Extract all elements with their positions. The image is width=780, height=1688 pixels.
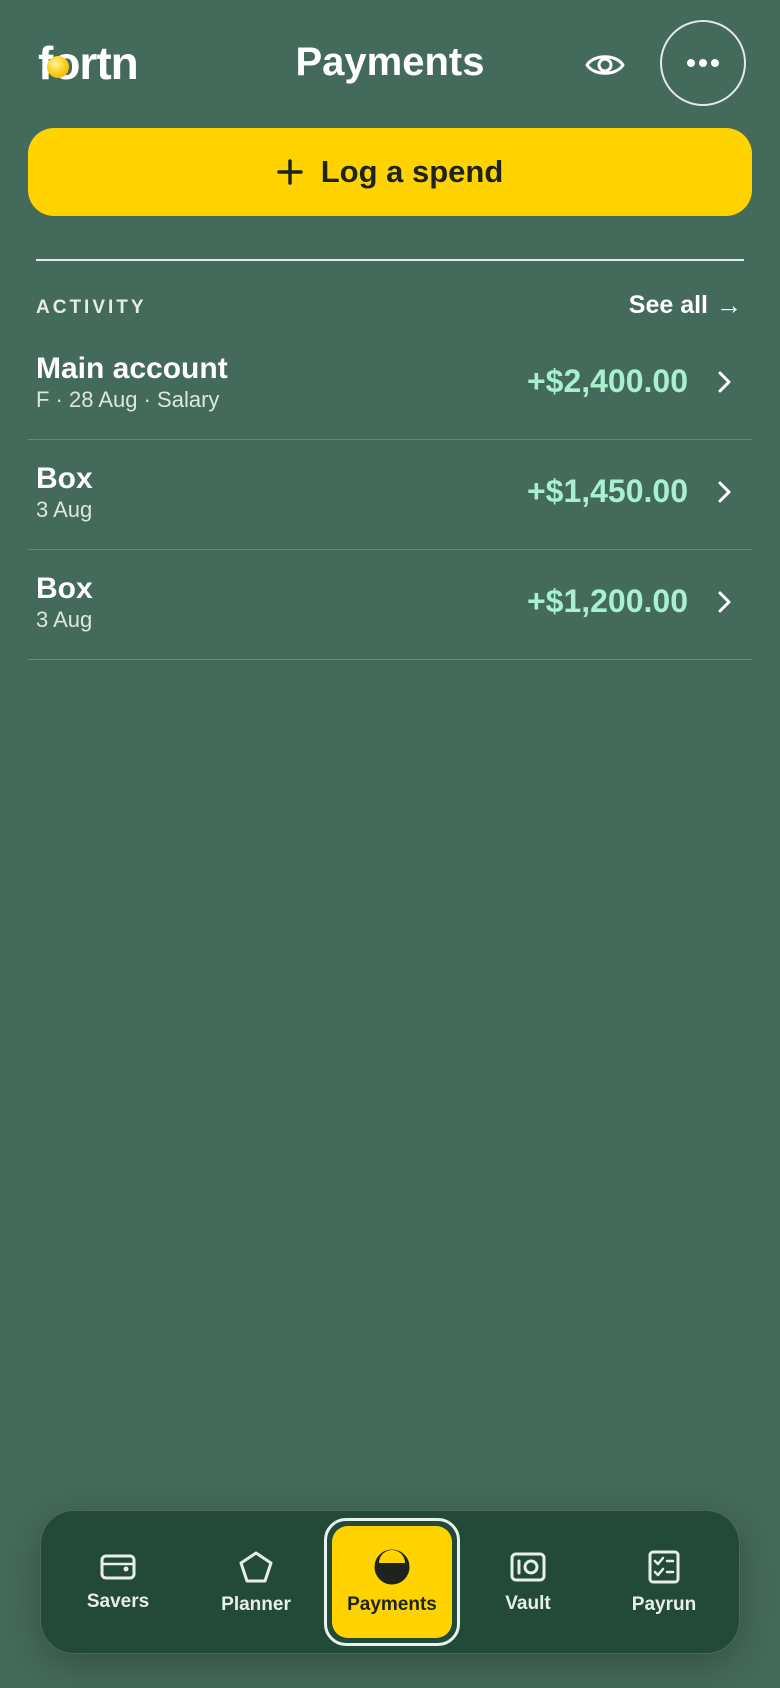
activity-heading: ACTIVITY [36, 297, 147, 318]
nav-item-vault[interactable]: Vault [463, 1511, 593, 1655]
nav-label: Savers [86, 1591, 150, 1612]
log-spend-button[interactable]: Log a spend [28, 128, 752, 216]
nav-item-savers[interactable]: Savers [53, 1511, 183, 1655]
app-header: fortn Payments [0, 0, 780, 128]
half-circle-icon [374, 1549, 410, 1585]
vault-icon [510, 1552, 546, 1582]
more-horizontal-icon [687, 59, 719, 67]
nav-item-payrun[interactable]: Payrun [599, 1511, 729, 1655]
more-options-button[interactable] [660, 20, 746, 106]
activity-row[interactable]: Main account F · 28 Aug · Salary +$2,400… [28, 330, 752, 440]
section-divider [36, 259, 744, 261]
activity-list: Main account F · 28 Aug · Salary +$2,400… [28, 330, 752, 660]
nav-label: Vault [505, 1593, 551, 1614]
chevron-right-icon [718, 371, 731, 393]
nav-label: Planner [221, 1594, 291, 1615]
nav-label: Payments [347, 1594, 437, 1615]
nav-item-payments[interactable]: Payments [332, 1526, 452, 1638]
pentagon-icon [239, 1551, 273, 1583]
activity-subtitle: F · 28 Aug · Salary [36, 387, 220, 412]
activity-amount: +$2,400.00 [526, 363, 688, 399]
activity-subtitle: 3 Aug [36, 497, 93, 522]
activity-title: Box [36, 572, 93, 605]
activity-amount: +$1,200.00 [526, 583, 688, 619]
arrow-right-icon: → [716, 290, 742, 320]
activity-title: Main account [36, 352, 228, 385]
nav-label: Payrun [631, 1594, 697, 1615]
chevron-right-icon [718, 591, 731, 613]
eye-icon [585, 55, 625, 75]
see-all-label: See all [628, 291, 708, 319]
activity-row[interactable]: Box 3 Aug +$1,200.00 [28, 550, 752, 660]
wallet-icon [100, 1554, 136, 1580]
activity-title: Box [36, 462, 93, 495]
chevron-right-icon [718, 481, 731, 503]
nav-item-planner[interactable]: Planner [191, 1511, 321, 1655]
log-spend-label: Log a spend [320, 154, 504, 189]
bottom-nav: Savers Planner Payments Vault Payrun [40, 1510, 740, 1654]
see-all-link[interactable]: See all → [629, 290, 742, 321]
plus-icon [276, 159, 303, 185]
toggle-visibility-button[interactable] [580, 40, 630, 90]
activity-amount: +$1,450.00 [526, 473, 688, 509]
activity-row[interactable]: Box 3 Aug +$1,450.00 [28, 440, 752, 550]
checklist-icon [648, 1550, 680, 1584]
activity-subtitle: 3 Aug [36, 607, 93, 632]
